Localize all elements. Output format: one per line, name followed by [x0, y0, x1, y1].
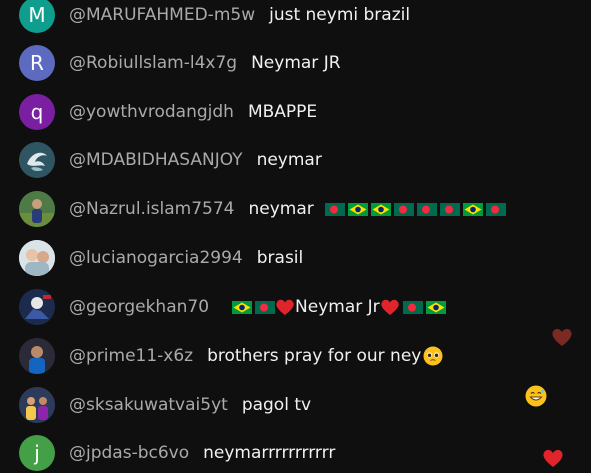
brazil-flag-icon [232, 300, 253, 314]
bangladesh-flag-icon [416, 202, 437, 216]
message-text: pagol tv [241, 395, 312, 415]
chat-message: q @yowthvrodangjdh MBAPPE [0, 92, 591, 132]
message-text: neymar [249, 189, 506, 229]
message-text-content: neymar [248, 199, 314, 219]
message-text: Neymar JR [251, 53, 341, 73]
avatar[interactable] [19, 289, 55, 325]
chat-message: R @Robiullslam-l4x7g Neymar JR [0, 43, 591, 83]
author-name[interactable]: @Robiullslam-l4x7g [69, 43, 237, 83]
bangladesh-flag-icon [439, 202, 460, 216]
chat-message: @prime11-x6z brothers pray for our ney [0, 336, 591, 376]
brazil-flag-icon [462, 202, 483, 216]
author-name[interactable]: @jpdas-bc6vo [69, 433, 189, 473]
photo-avatar-icon [19, 191, 55, 227]
message-text: brasil [256, 248, 304, 268]
grinning-sweat-reaction-icon [525, 385, 547, 407]
message-text: Neymar Jr [223, 287, 446, 327]
message-text: neymarrrrrrrrrrr [203, 443, 336, 463]
chat-message: M @MARUFAHMED-m5w just neymi brazil [0, 0, 591, 35]
avatar[interactable]: q [19, 94, 55, 130]
bangladesh-flag-icon [324, 202, 345, 216]
avatar[interactable] [19, 142, 55, 178]
bangladesh-flag-icon [255, 300, 276, 314]
avatar[interactable]: M [19, 0, 55, 33]
red-heart-icon [380, 299, 399, 315]
red-heart-icon [276, 299, 294, 315]
avatar-letter: j [34, 441, 40, 465]
message-text: just neymi brazil [269, 5, 411, 25]
avatar[interactable] [19, 191, 55, 227]
brazil-flag-icon [370, 202, 391, 216]
author-name[interactable]: @MDABIDHASANJOY [69, 140, 243, 180]
chat-message: @sksakuwatvai5yt pagol tv [0, 385, 591, 425]
photo-avatar-icon [19, 240, 55, 276]
message-text: MBAPPE [247, 102, 318, 122]
photo-avatar-icon [19, 289, 55, 325]
avatar[interactable]: R [19, 45, 55, 81]
author-name[interactable]: @Nazrul.islam7574 [69, 189, 235, 229]
avatar-letter: M [28, 3, 46, 27]
bangladesh-flag-icon [402, 300, 423, 314]
avatar[interactable] [19, 240, 55, 276]
live-chat-list: M @MARUFAHMED-m5w just neymi brazil R @R… [0, 0, 591, 473]
photo-avatar-icon [19, 338, 55, 374]
author-name[interactable]: @MARUFAHMED-m5w [69, 0, 255, 35]
avatar-letter: q [30, 100, 44, 124]
author-name[interactable]: @yowthvrodangjdh [69, 92, 234, 132]
message-text-content: Neymar Jr [295, 297, 380, 317]
brazil-flag-icon [347, 202, 368, 216]
chat-message: @lucianogarcia2994 brasil [0, 238, 591, 278]
author-name[interactable]: @prime11-x6z [69, 336, 193, 376]
message-text: brothers pray for our ney [207, 336, 443, 376]
brazil-flag-icon [425, 300, 446, 314]
chat-message: @Nazrul.islam7574 neymar [0, 189, 591, 229]
chat-message: j @jpdas-bc6vo neymarrrrrrrrrrr [0, 433, 591, 473]
chat-message: @georgekhan70 Neymar Jr [0, 287, 591, 327]
author-name[interactable]: @lucianogarcia2994 [69, 238, 243, 278]
avatar-letter: R [30, 51, 44, 75]
dark-heart-reaction-icon [552, 328, 572, 346]
message-text: neymar [256, 150, 322, 170]
pleading-face-icon [423, 346, 443, 366]
photo-avatar-icon [19, 387, 55, 423]
author-name[interactable]: @sksakuwatvai5yt [69, 385, 228, 425]
dragon-logo-icon [19, 142, 55, 178]
red-heart-reaction-icon [543, 449, 563, 467]
message-text-content: brothers pray for our ney [207, 346, 422, 366]
avatar[interactable]: j [19, 435, 55, 471]
avatar[interactable] [19, 387, 55, 423]
avatar[interactable] [19, 338, 55, 374]
bangladesh-flag-icon [485, 202, 506, 216]
author-name[interactable]: @georgekhan70 [69, 287, 209, 327]
bangladesh-flag-icon [393, 202, 414, 216]
chat-message: @MDABIDHASANJOY neymar [0, 140, 591, 180]
